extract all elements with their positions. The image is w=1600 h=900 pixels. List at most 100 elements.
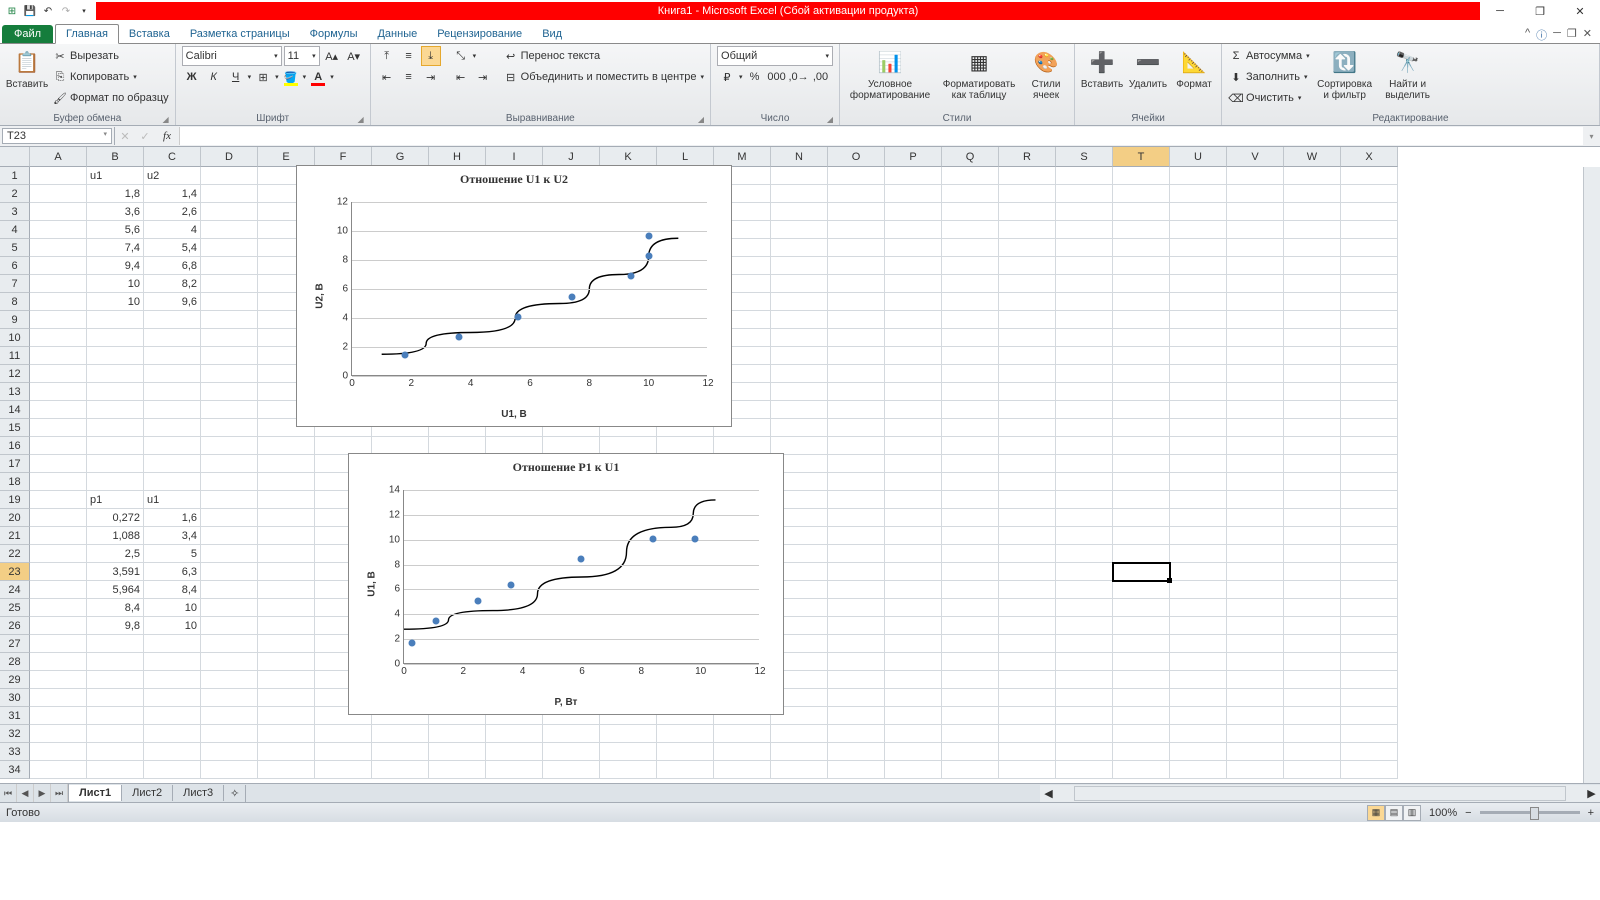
cell[interactable]: [942, 401, 999, 419]
cell[interactable]: [201, 221, 258, 239]
cell[interactable]: 5,6: [87, 221, 144, 239]
cell[interactable]: [885, 383, 942, 401]
cell[interactable]: [258, 563, 315, 581]
cell[interactable]: [1056, 185, 1113, 203]
cell[interactable]: [942, 599, 999, 617]
cell[interactable]: [828, 167, 885, 185]
cell[interactable]: [828, 473, 885, 491]
cell[interactable]: 6,8: [144, 257, 201, 275]
cell[interactable]: [1341, 671, 1398, 689]
cell[interactable]: [942, 239, 999, 257]
col-header[interactable]: Q: [942, 147, 999, 167]
cell[interactable]: [942, 743, 999, 761]
undo-icon[interactable]: ↶: [40, 3, 56, 19]
cell[interactable]: [942, 617, 999, 635]
page-break-button[interactable]: ▥: [1403, 805, 1421, 821]
cell[interactable]: [1056, 743, 1113, 761]
cell[interactable]: [30, 239, 87, 257]
cell[interactable]: [1341, 257, 1398, 275]
cell[interactable]: [30, 347, 87, 365]
cell[interactable]: [1113, 257, 1170, 275]
row-header[interactable]: 28: [0, 653, 30, 671]
col-header[interactable]: V: [1227, 147, 1284, 167]
clear-button[interactable]: ⌫Очистить▾: [1228, 88, 1310, 108]
cell[interactable]: [1170, 329, 1227, 347]
cell[interactable]: [201, 347, 258, 365]
cell[interactable]: [1170, 653, 1227, 671]
cell[interactable]: [771, 239, 828, 257]
cell[interactable]: [1113, 635, 1170, 653]
cell[interactable]: [1113, 329, 1170, 347]
cell[interactable]: [1284, 293, 1341, 311]
cell[interactable]: [87, 689, 144, 707]
cell[interactable]: [885, 329, 942, 347]
cell[interactable]: [1113, 293, 1170, 311]
cell[interactable]: [885, 437, 942, 455]
cell[interactable]: [201, 455, 258, 473]
cell[interactable]: u1: [87, 167, 144, 185]
row-header[interactable]: 31: [0, 707, 30, 725]
cell[interactable]: [1227, 635, 1284, 653]
cell[interactable]: [1227, 293, 1284, 311]
cell[interactable]: [771, 221, 828, 239]
cell[interactable]: [885, 185, 942, 203]
cell[interactable]: [258, 617, 315, 635]
cell[interactable]: [771, 257, 828, 275]
cell[interactable]: 0,272: [87, 509, 144, 527]
cell[interactable]: [87, 725, 144, 743]
cell[interactable]: [1113, 473, 1170, 491]
cell[interactable]: [942, 185, 999, 203]
col-header[interactable]: P: [885, 147, 942, 167]
cell[interactable]: 9,8: [87, 617, 144, 635]
cell[interactable]: [885, 725, 942, 743]
cell[interactable]: [1056, 563, 1113, 581]
cell[interactable]: [942, 293, 999, 311]
cell[interactable]: [942, 365, 999, 383]
cell[interactable]: [1056, 491, 1113, 509]
cell[interactable]: [30, 563, 87, 581]
cell[interactable]: [1113, 545, 1170, 563]
cell[interactable]: [828, 653, 885, 671]
col-header[interactable]: O: [828, 147, 885, 167]
format-cell-button[interactable]: 📐Формат: [1173, 46, 1215, 90]
cell[interactable]: [1056, 725, 1113, 743]
cell[interactable]: [657, 761, 714, 779]
cell[interactable]: [999, 545, 1056, 563]
cell[interactable]: [201, 617, 258, 635]
cell[interactable]: [1113, 455, 1170, 473]
cell[interactable]: [144, 761, 201, 779]
cell[interactable]: 1,6: [144, 509, 201, 527]
col-header[interactable]: C: [144, 147, 201, 167]
cell[interactable]: [543, 725, 600, 743]
cell[interactable]: [999, 221, 1056, 239]
cell[interactable]: [828, 221, 885, 239]
cell[interactable]: [144, 455, 201, 473]
tab-formulas[interactable]: Формулы: [300, 25, 368, 43]
cell[interactable]: 3,591: [87, 563, 144, 581]
redo-icon[interactable]: ↷: [58, 3, 74, 19]
cell[interactable]: [828, 743, 885, 761]
cell[interactable]: [30, 401, 87, 419]
align-center-button[interactable]: ≡: [399, 67, 419, 87]
cell[interactable]: [201, 311, 258, 329]
window-close-icon[interactable]: ✕: [1583, 27, 1592, 43]
cell[interactable]: [372, 743, 429, 761]
cell[interactable]: [1170, 185, 1227, 203]
cell[interactable]: [1056, 635, 1113, 653]
cell[interactable]: [1113, 383, 1170, 401]
cell[interactable]: [942, 491, 999, 509]
cell[interactable]: [828, 491, 885, 509]
cell[interactable]: [885, 491, 942, 509]
cell[interactable]: [1170, 221, 1227, 239]
cell[interactable]: [1284, 257, 1341, 275]
cell[interactable]: [1170, 437, 1227, 455]
cell[interactable]: [1284, 653, 1341, 671]
cell[interactable]: [258, 527, 315, 545]
orientation-button[interactable]: ⤡: [451, 46, 471, 66]
dialog-launcher-icon[interactable]: ◢: [827, 115, 833, 124]
cell[interactable]: [1284, 185, 1341, 203]
cell[interactable]: [942, 527, 999, 545]
cell[interactable]: [1113, 617, 1170, 635]
cell[interactable]: [1227, 419, 1284, 437]
cell[interactable]: 2,6: [144, 203, 201, 221]
